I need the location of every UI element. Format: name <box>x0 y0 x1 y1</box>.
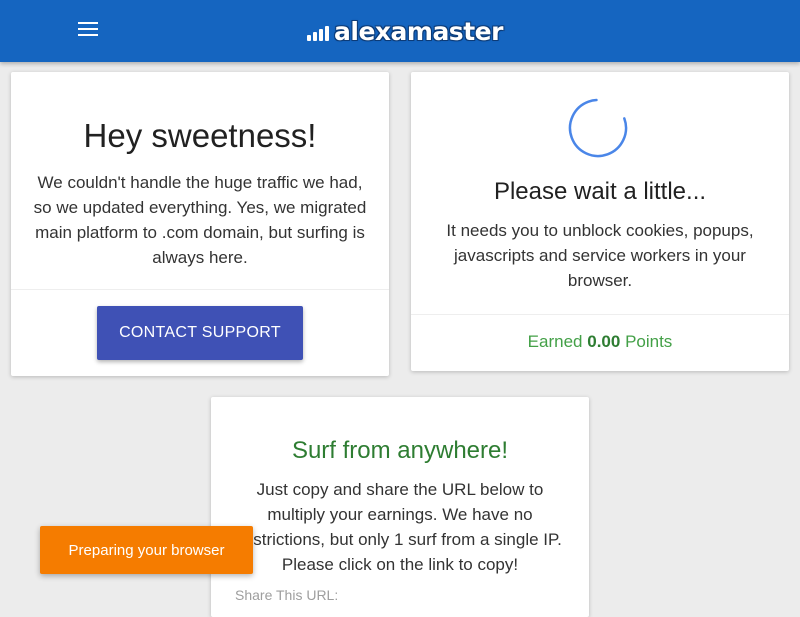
earned-points-value: 0.00 <box>587 332 621 351</box>
alexamaster-logo[interactable]: alexamaster <box>307 12 503 48</box>
earned-points: Earned 0.00 Points <box>411 332 789 352</box>
surf-anywhere-card: Surf from anywhere! Just copy and share … <box>211 397 589 617</box>
surf-title: Surf from anywhere! <box>291 437 509 464</box>
contact-support-button[interactable]: CONTACT SUPPORT <box>97 306 303 360</box>
preparing-browser-toast: Preparing your browser <box>40 526 253 574</box>
hamburger-menu-icon[interactable] <box>78 22 100 40</box>
top-app-bar: alexamaster <box>0 0 800 62</box>
card-divider <box>11 289 389 290</box>
share-url-label: Share This URL: <box>235 587 339 603</box>
card-divider <box>411 314 789 315</box>
signal-bars-icon <box>307 26 331 41</box>
loading-spinner-icon <box>568 98 628 158</box>
please-wait-message: It needs you to unblock cookies, popups,… <box>446 221 754 290</box>
earned-label: Earned <box>527 332 583 351</box>
please-wait-card: Please wait a little... It needs you to … <box>411 72 789 371</box>
logo-text: alexamaster <box>334 17 503 46</box>
points-label: Points <box>625 332 673 351</box>
surf-message: Just copy and share the URL below to mul… <box>238 480 562 574</box>
welcome-title: Hey sweetness! <box>83 117 317 154</box>
welcome-message: We couldn't handle the huge traffic we h… <box>33 173 367 267</box>
welcome-card: Hey sweetness! We couldn't handle the hu… <box>11 72 389 376</box>
